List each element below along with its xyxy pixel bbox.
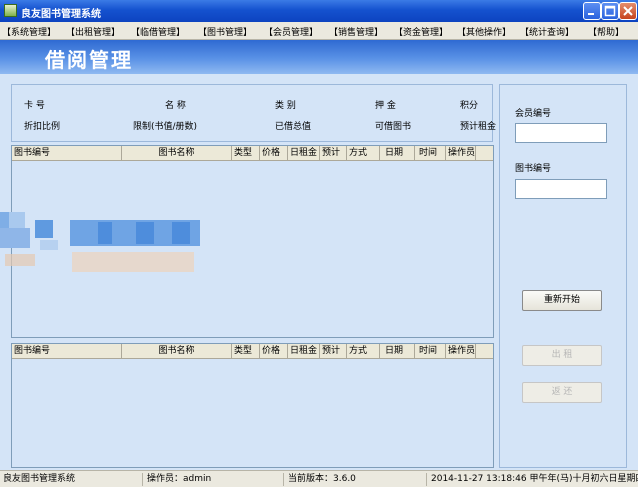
col-type[interactable]: 类型 <box>232 146 260 160</box>
col-method[interactable]: 方式 <box>347 344 380 358</box>
status-datetime: 2014-11-27 13:18:46 甲午年(马)十月初六日星期四 <box>426 473 638 486</box>
return-button[interactable]: 返 还 <box>522 382 602 403</box>
col-time[interactable]: 时间 <box>415 146 446 160</box>
name-label: 名 称 <box>165 101 186 111</box>
grid-body <box>12 359 493 467</box>
col-price[interactable]: 价格 <box>260 146 288 160</box>
page-title: 借阅管理 <box>45 48 133 72</box>
title-bar: 良友图书管理系统 <box>0 0 638 22</box>
deposit-label: 押 金 <box>375 101 396 111</box>
menu-books[interactable]: 【图书管理】 <box>198 25 252 38</box>
book-id-input[interactable] <box>515 179 607 199</box>
member-info-panel: 卡 号 名 称 类 别 押 金 积分 折扣比例 限制(书值/册数) 已借总值 可… <box>11 84 497 142</box>
page-header: 借阅管理 <box>0 40 638 74</box>
minimize-icon <box>588 13 594 15</box>
col-time[interactable]: 时间 <box>415 344 446 358</box>
maximize-icon <box>604 5 616 17</box>
col-estimate[interactable]: 预计 <box>320 344 347 358</box>
col-estimate[interactable]: 预计 <box>320 146 347 160</box>
col-book-name[interactable]: 图书名称 <box>122 146 232 160</box>
grid-header: 图书编号 图书名称 类型 价格 日租金 预计 方式 日期 时间 操作员 <box>12 146 493 161</box>
menu-sales[interactable]: 【销售管理】 <box>329 25 383 38</box>
member-id-input[interactable] <box>515 123 607 143</box>
menu-statistics[interactable]: 【统计查询】 <box>520 25 574 38</box>
col-operator[interactable]: 操作员 <box>446 146 476 160</box>
status-operator: 操作员：admin <box>142 473 211 486</box>
limit-label: 限制(书值/册数) <box>133 122 198 132</box>
status-version: 当前版本：3.6.0 <box>283 473 356 486</box>
card-number-label: 卡 号 <box>24 101 45 111</box>
discount-label: 折扣比例 <box>24 122 61 132</box>
col-date[interactable]: 日期 <box>380 146 415 160</box>
menu-system[interactable]: 【系统管理】 <box>2 25 56 38</box>
menu-bar: 【系统管理】 【出租管理】 【临借管理】 【图书管理】 【会员管理】 【销售管理… <box>0 22 638 40</box>
col-method[interactable]: 方式 <box>347 146 380 160</box>
menu-members[interactable]: 【会员管理】 <box>264 25 318 38</box>
status-bar: 良友图书管理系统 操作员：admin 当前版本：3.6.0 2014-11-27… <box>0 470 638 487</box>
menu-other[interactable]: 【其他操作】 <box>457 25 511 38</box>
app-icon <box>4 4 17 17</box>
col-daily-rent[interactable]: 日租金 <box>288 344 320 358</box>
borrowed-total-label: 已借总值 <box>275 122 312 132</box>
col-book-name[interactable]: 图书名称 <box>122 344 232 358</box>
col-book-id[interactable]: 图书编号 <box>12 146 122 160</box>
maximize-button[interactable] <box>601 2 619 20</box>
col-date[interactable]: 日期 <box>380 344 415 358</box>
category-label: 类 别 <box>275 101 296 111</box>
menu-temp-borrow[interactable]: 【临借管理】 <box>131 25 185 38</box>
col-type[interactable]: 类型 <box>232 344 260 358</box>
close-button[interactable] <box>619 2 637 20</box>
status-app-name: 良友图书管理系统 <box>3 474 76 484</box>
book-id-label: 图书编号 <box>515 164 552 174</box>
selected-books-grid[interactable]: 图书编号 图书名称 类型 价格 日租金 预计 方式 日期 时间 操作员 <box>11 343 494 468</box>
col-price[interactable]: 价格 <box>260 344 288 358</box>
window-title: 良友图书管理系统 <box>21 9 101 20</box>
minimize-button[interactable] <box>583 2 601 20</box>
menu-funds[interactable]: 【资金管理】 <box>394 25 448 38</box>
grid-header: 图书编号 图书名称 类型 价格 日租金 预计 方式 日期 时间 操作员 <box>12 344 493 359</box>
rent-button[interactable]: 出 租 <box>522 345 602 366</box>
col-operator[interactable]: 操作员 <box>446 344 476 358</box>
close-icon <box>623 6 633 16</box>
estimated-rent-label: 预计租金 <box>460 122 497 132</box>
member-id-label: 会员编号 <box>515 109 552 119</box>
col-book-id[interactable]: 图书编号 <box>12 344 122 358</box>
grid-body <box>12 161 493 337</box>
borrowable-label: 可借图书 <box>375 122 412 132</box>
operation-panel: 会员编号 图书编号 重新开始 出 租 返 还 <box>499 84 627 468</box>
restart-button[interactable]: 重新开始 <box>522 290 602 311</box>
points-label: 积分 <box>460 101 479 111</box>
menu-rent[interactable]: 【出租管理】 <box>66 25 120 38</box>
col-daily-rent[interactable]: 日租金 <box>288 146 320 160</box>
menu-help[interactable]: 【帮助】 <box>588 25 624 38</box>
